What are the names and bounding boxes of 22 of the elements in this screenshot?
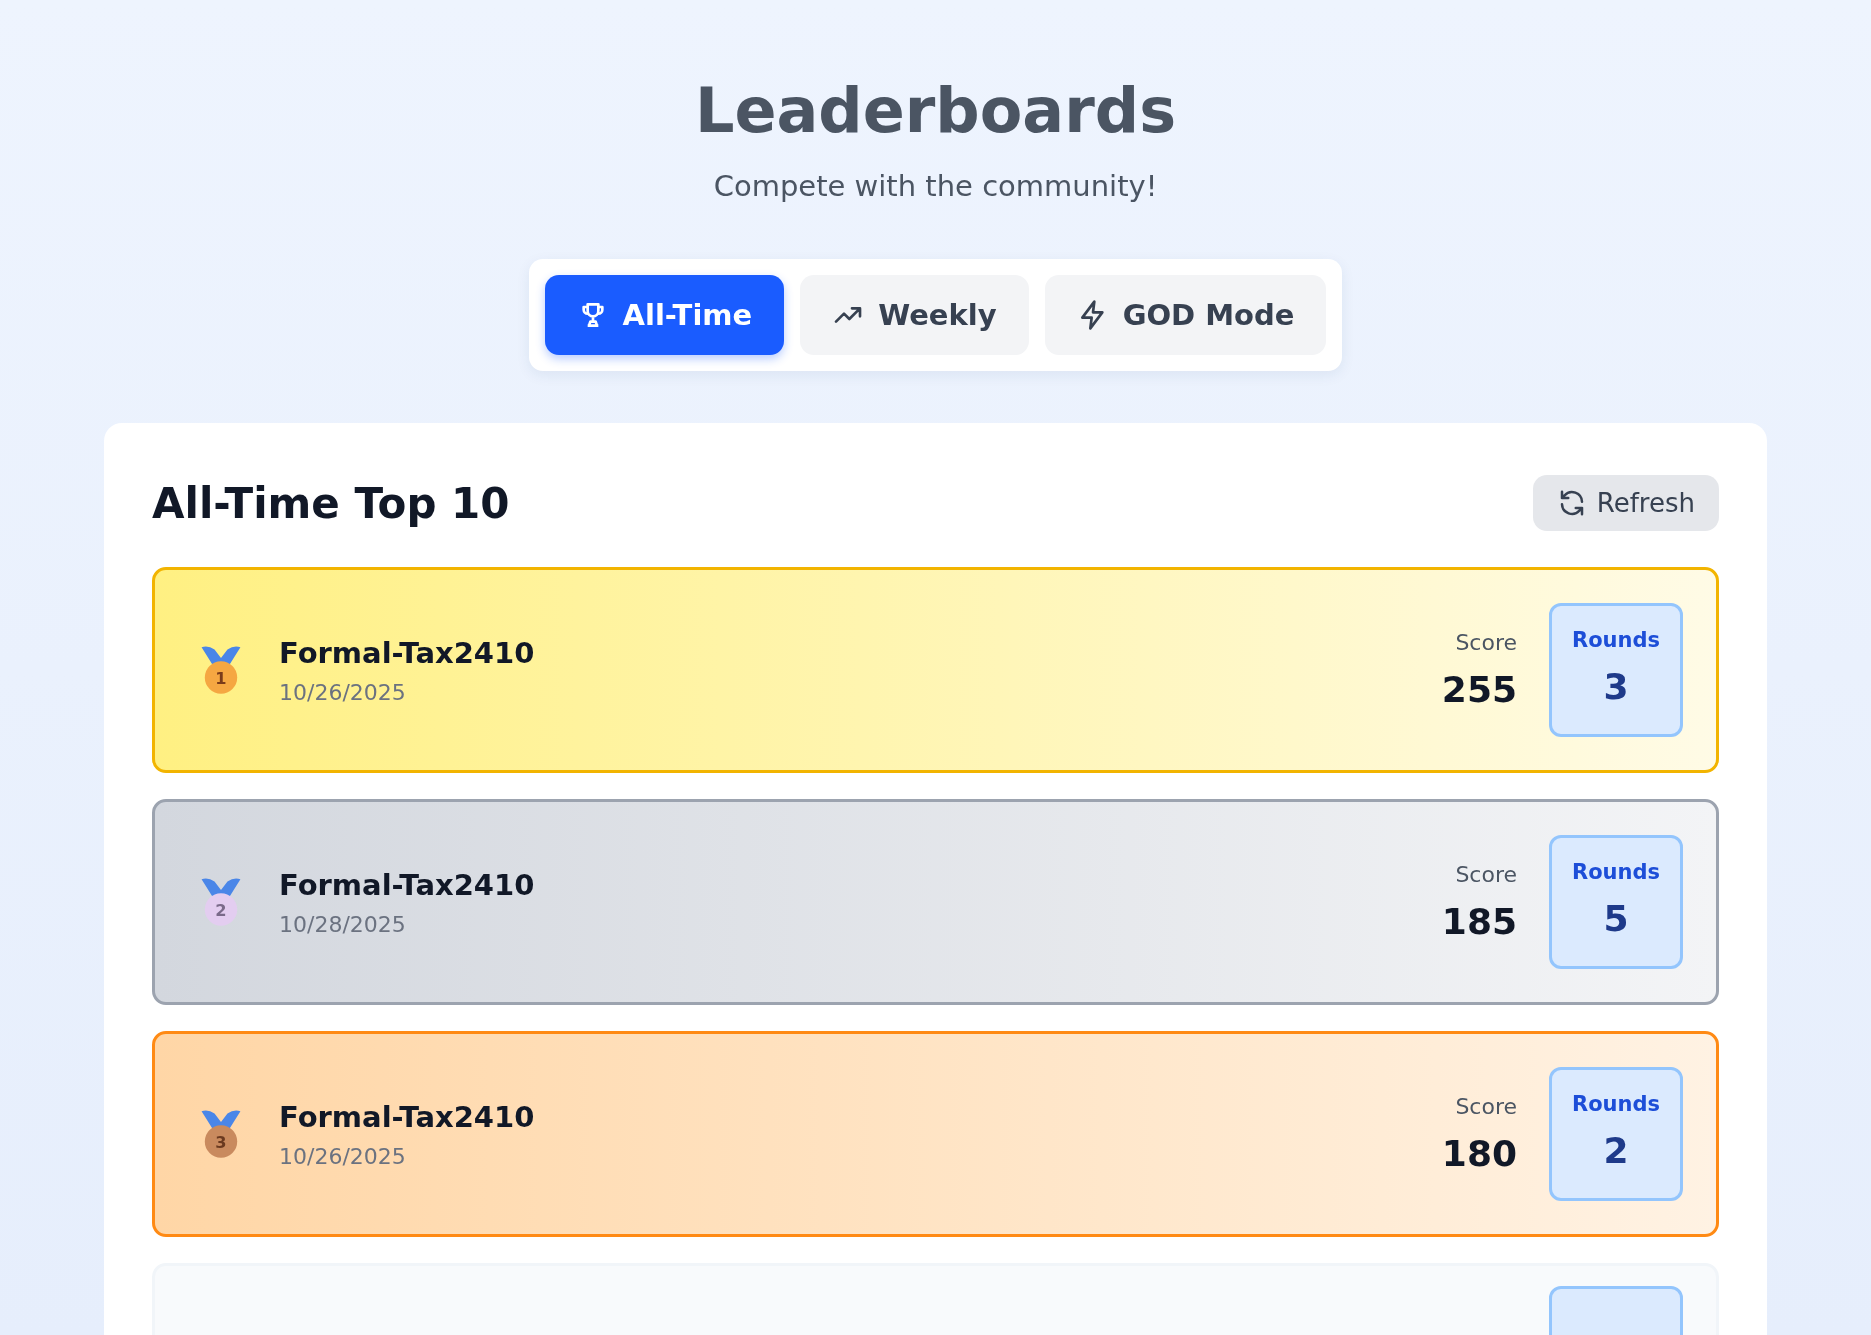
refresh-button[interactable]: Refresh: [1532, 475, 1719, 531]
entry-date: 10/28/2025: [279, 911, 407, 937]
score-value: 185: [1441, 901, 1517, 942]
tab[interactable]: Weekly: [800, 275, 1029, 355]
score-label: Score: [1454, 1094, 1517, 1119]
player-name: Formal-Tax2410: [279, 1099, 535, 1134]
rounds-badge: Rounds 5: [1549, 835, 1683, 969]
rounds-badge: Rounds 3: [1549, 603, 1683, 737]
leaderboard-title: All-Time Top 10: [152, 478, 510, 528]
entry-date: 10/26/2025: [279, 679, 407, 705]
player-name: Formal-Tax2410: [279, 867, 535, 902]
tab[interactable]: All-Time: [544, 275, 785, 355]
page-subtitle: Compete with the community!: [713, 169, 1158, 203]
score-value: 255: [1441, 669, 1517, 710]
rounds-badge: Rounds 2: [1549, 1067, 1683, 1201]
tab[interactable]: GOD Mode: [1044, 275, 1327, 355]
score-label: Score: [1454, 630, 1517, 655]
page-title: Leaderboards: [694, 74, 1177, 147]
score-value: 180: [1441, 1133, 1517, 1174]
score-label: Score: [1454, 862, 1517, 887]
player-name: Formal-Tax2410: [279, 635, 535, 670]
entry-date: 10/26/2025: [279, 1143, 407, 1169]
